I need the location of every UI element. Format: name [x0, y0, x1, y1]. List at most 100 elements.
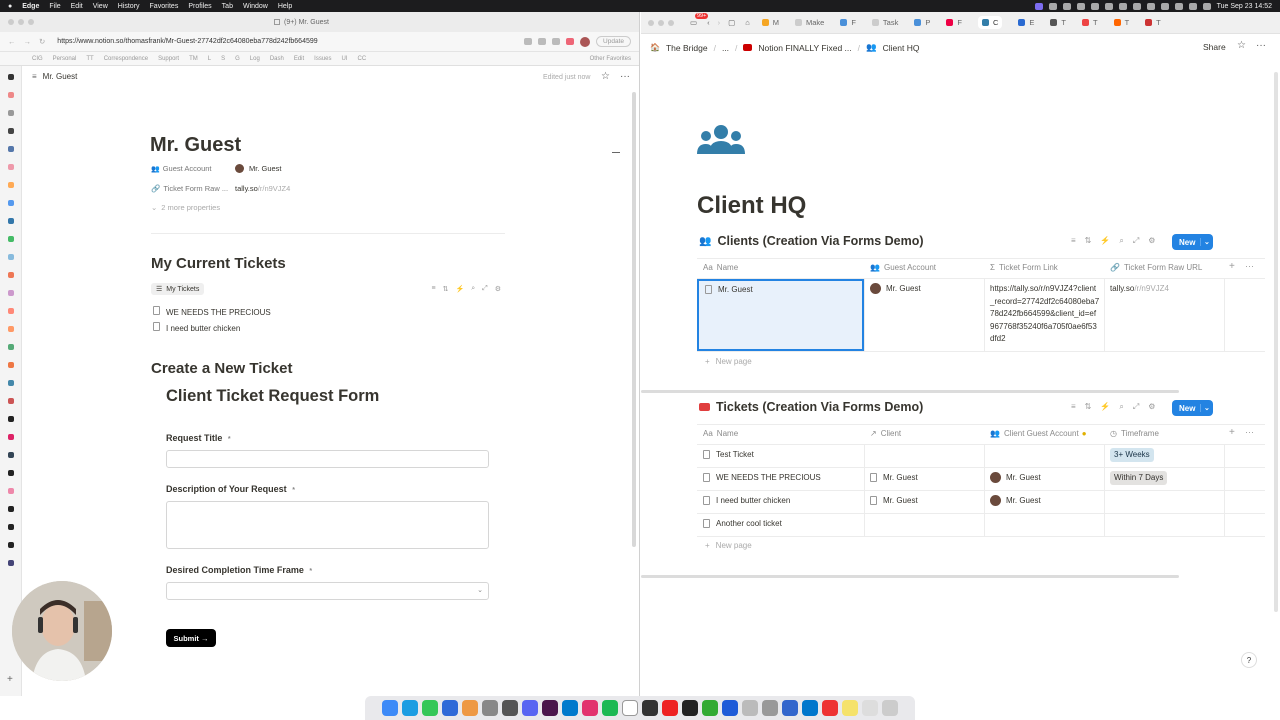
filter-icon[interactable]: ≡	[1071, 402, 1076, 412]
back-icon[interactable]: ‹	[707, 18, 710, 27]
sort-icon[interactable]: ⇅	[1085, 402, 1092, 412]
forward-icon[interactable]: ›	[718, 18, 721, 27]
horizontal-scrollbar[interactable]	[641, 390, 1179, 393]
sidebar-app-icon[interactable]	[7, 380, 14, 386]
client-cell[interactable]: Mr. Guest	[870, 472, 918, 484]
window-minimize-button[interactable]	[658, 19, 664, 26]
menu-help[interactable]: Help	[278, 3, 292, 10]
tickets-db-title[interactable]: Tickets (Creation Via Forms Demo)	[716, 400, 923, 414]
control-center-icon[interactable]	[1202, 2, 1211, 10]
sidebar-app-icon[interactable]	[7, 362, 14, 368]
app-icon[interactable]	[742, 700, 758, 716]
bookmark-item[interactable]: UI	[342, 56, 348, 62]
tickets-new-button[interactable]: New ⌄	[1172, 400, 1213, 416]
property-value-path[interactable]: /r/n9VJZ4	[258, 184, 291, 193]
property-value[interactable]: Mr. Guest	[249, 164, 282, 173]
bookmark-item[interactable]: S	[221, 56, 225, 62]
page-title[interactable]: Mr. Guest	[150, 134, 241, 157]
timeframe-select[interactable]: ⌄	[166, 582, 489, 600]
sidebar-app-icon[interactable]	[7, 326, 14, 332]
breadcrumb-item[interactable]: The Bridge	[666, 43, 708, 53]
sidebar-app-icon[interactable]	[7, 92, 14, 98]
app-icon[interactable]	[782, 700, 798, 716]
sidebar-app-icon[interactable]	[7, 344, 14, 350]
column-header[interactable]: Aa Name	[703, 263, 738, 272]
table-row[interactable]: Another cool ticket	[703, 518, 782, 530]
chevron-down-icon[interactable]: ⌄	[1200, 238, 1210, 246]
browser-tab[interactable]: T	[1145, 18, 1161, 27]
expand-icon[interactable]: ⤢	[482, 285, 488, 293]
discord-icon[interactable]	[522, 700, 538, 716]
extension-icon[interactable]	[524, 38, 533, 45]
extension-icon[interactable]	[538, 38, 547, 45]
settings-icon[interactable]: ⚙	[1148, 402, 1155, 412]
settings-icon[interactable]	[482, 700, 498, 716]
more-options-icon[interactable]: ···	[620, 71, 630, 82]
timeframe-cell[interactable]: 3+ Weeks	[1110, 448, 1154, 462]
notes-icon[interactable]	[842, 700, 858, 716]
sidebar-app-icon[interactable]	[7, 506, 14, 512]
sidebar-app-icon[interactable]	[7, 434, 14, 440]
messages-icon[interactable]	[422, 700, 438, 716]
sidebar-app-icon[interactable]	[7, 452, 14, 458]
menu-toggle-icon[interactable]: ≡	[32, 72, 37, 81]
sidebar-app-icon[interactable]	[7, 398, 14, 404]
extension-icon[interactable]	[566, 38, 575, 45]
sidebar-app-icon[interactable]	[7, 470, 14, 476]
sidebar-app-icon[interactable]	[7, 110, 14, 116]
menu-profiles[interactable]: Profiles	[188, 3, 211, 10]
people-icon[interactable]	[697, 124, 745, 156]
timeframe-cell[interactable]: Within 7 Days	[1110, 471, 1168, 485]
url-field[interactable]: https://www.notion.so/thomasfrank/Mr-Gue…	[57, 38, 317, 45]
other-favorites[interactable]: Other Favorites	[590, 56, 631, 62]
bookmark-item[interactable]: L	[208, 56, 211, 62]
favorite-star-icon[interactable]: ☆	[601, 71, 610, 82]
battery-icon[interactable]	[1174, 2, 1183, 10]
bookmark-item[interactable]: TT	[86, 56, 93, 62]
search-icon[interactable]: ⌕	[1119, 236, 1123, 246]
share-button[interactable]: Share	[1203, 42, 1226, 52]
guest-account-cell[interactable]: Mr. Guest	[870, 283, 921, 295]
search-icon[interactable]	[1188, 2, 1197, 10]
table-row[interactable]: Test Ticket	[703, 449, 754, 461]
tray-icon[interactable]	[1118, 2, 1127, 10]
app-icon[interactable]	[702, 700, 718, 716]
automation-icon[interactable]: ⚡	[455, 285, 464, 293]
sidebar-icon[interactable]: ▢	[728, 18, 735, 27]
search-icon[interactable]: ⌕	[471, 285, 475, 293]
new-page-button[interactable]: + New page	[705, 356, 752, 368]
menu-file[interactable]: File	[49, 3, 60, 10]
window-zoom-button[interactable]	[28, 19, 34, 25]
bookmark-item[interactable]: Issues	[314, 56, 331, 62]
app-icon[interactable]	[762, 700, 778, 716]
chevron-down-icon[interactable]: ⌄	[1200, 404, 1210, 412]
search-icon[interactable]: ⌕	[1119, 402, 1123, 412]
browser-tab[interactable]: F	[840, 18, 856, 27]
tray-app-icon[interactable]	[1034, 2, 1043, 10]
table-row-name-cell[interactable]: Mr. Guest	[697, 279, 864, 351]
tray-icon[interactable]	[1146, 2, 1155, 10]
guest-account-cell[interactable]: Mr. Guest	[990, 472, 1041, 484]
create-heading[interactable]: Create a New Ticket	[151, 360, 292, 377]
sidebar-add-icon[interactable]: +	[7, 674, 13, 685]
page-scrollbar[interactable]	[1274, 72, 1278, 612]
tickets-heading[interactable]: My Current Tickets	[151, 255, 286, 272]
menu-tab[interactable]: Tab	[222, 3, 233, 10]
settings-icon[interactable]: ⚙	[495, 285, 501, 293]
tray-icon[interactable]	[1104, 2, 1113, 10]
active-tab[interactable]: (9+) Mr. Guest	[274, 19, 329, 26]
sidebar-app-icon[interactable]	[7, 290, 14, 296]
bookmark-item[interactable]: TM	[189, 56, 198, 62]
photos-icon[interactable]	[462, 700, 478, 716]
edge-icon[interactable]	[402, 700, 418, 716]
window-close-button[interactable]	[648, 19, 654, 26]
sidebar-app-icon[interactable]	[7, 416, 14, 422]
sidebar-app-icon[interactable]	[7, 218, 14, 224]
bookmark-item[interactable]: CC	[358, 56, 367, 62]
column-header[interactable]: 👥 Guest Account	[870, 263, 936, 272]
acrobat-icon[interactable]	[822, 700, 838, 716]
table-row[interactable]: I need butter chicken	[703, 495, 790, 507]
breadcrumb-item[interactable]: Notion FINALLY Fixed ...	[758, 43, 851, 53]
sidebar-app-icon[interactable]	[7, 308, 14, 314]
sidebar-app-icon[interactable]	[7, 74, 14, 80]
